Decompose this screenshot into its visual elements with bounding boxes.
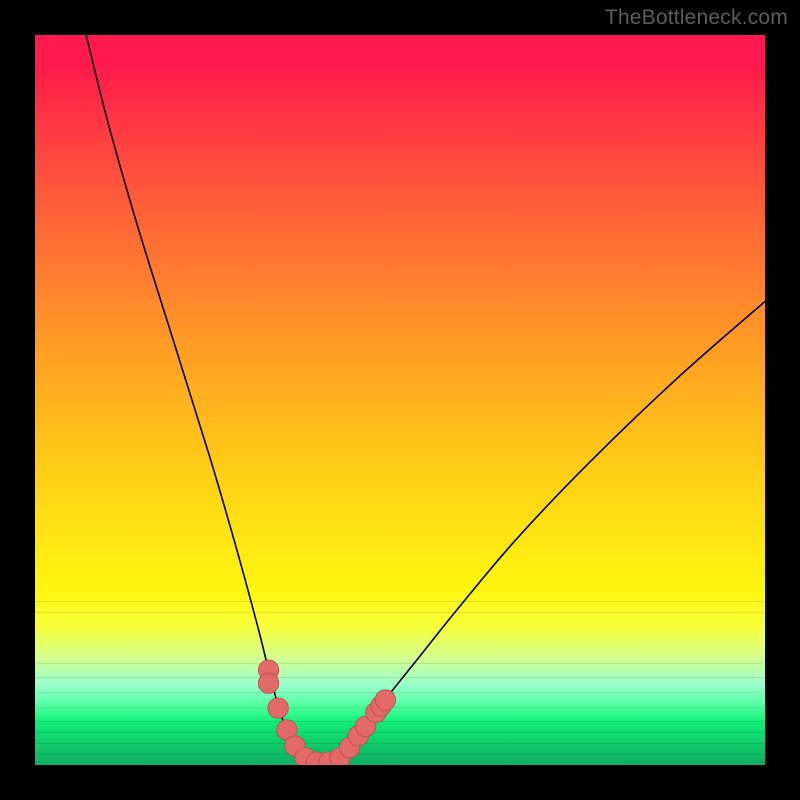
band: [35, 663, 765, 664]
band: [35, 692, 765, 693]
band: [35, 601, 765, 602]
band: [35, 707, 765, 708]
band: [35, 612, 765, 613]
background-gradient: [35, 35, 765, 765]
chart-frame: TheBottleneck.com: [0, 0, 800, 800]
band: [35, 721, 765, 722]
watermark-text: TheBottleneck.com: [605, 6, 788, 30]
chart-stage: [35, 35, 765, 765]
band: [35, 754, 765, 755]
band: [35, 743, 765, 744]
band: [35, 732, 765, 733]
band: [35, 677, 765, 678]
